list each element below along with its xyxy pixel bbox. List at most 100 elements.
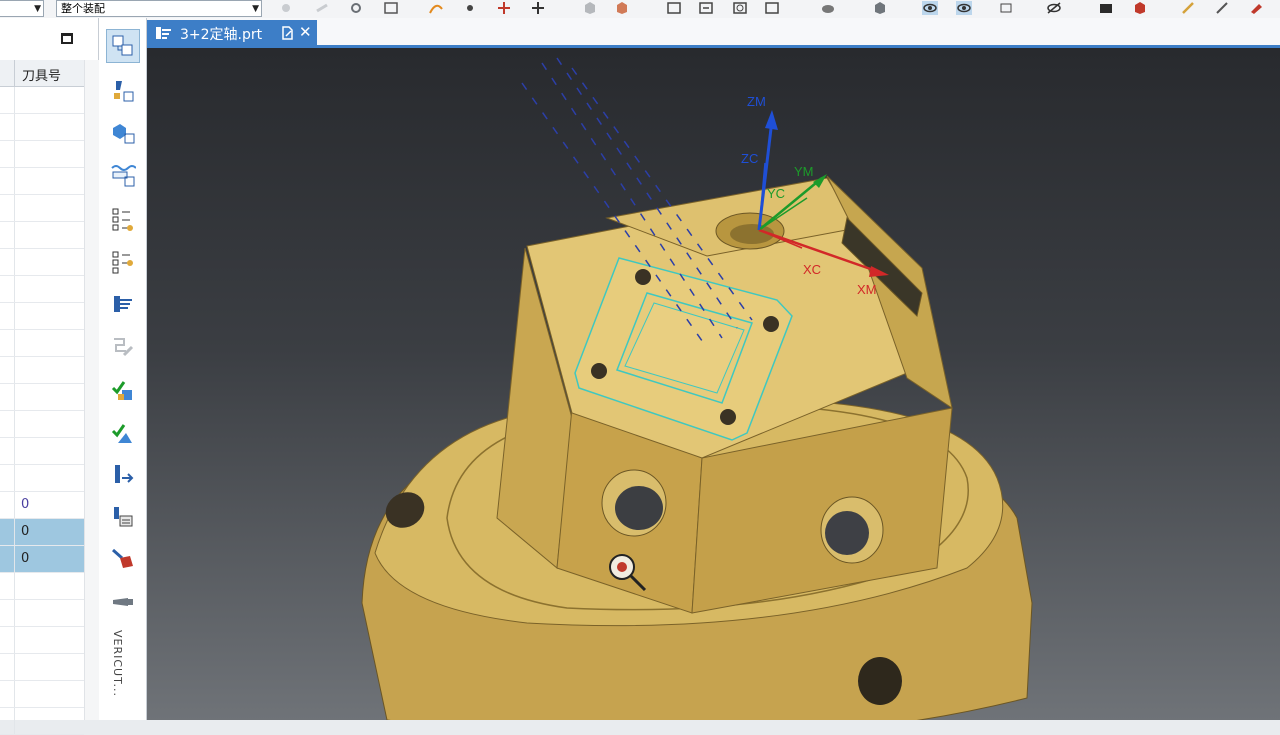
snap-icon[interactable]	[278, 1, 294, 15]
pocket-bolt-hole-4	[720, 409, 736, 425]
chevron-down-icon: ▼	[34, 4, 41, 14]
edit-object-button[interactable]	[106, 331, 140, 365]
program-order-icon	[112, 35, 133, 56]
cube-view-icon[interactable]	[872, 1, 888, 15]
part-model[interactable]: ZM ZC YM YC XC XM	[147, 48, 1280, 720]
cell-divider	[14, 681, 15, 707]
zoom-icon[interactable]	[698, 1, 714, 15]
maximize-icon[interactable]	[61, 33, 73, 44]
cell-divider	[14, 600, 15, 626]
navigator-row[interactable]: 0	[0, 519, 84, 546]
cell-divider	[14, 411, 15, 437]
vericut-button[interactable]	[106, 586, 140, 620]
generate-toolpath-button[interactable]	[106, 374, 140, 408]
cell-divider	[14, 519, 15, 545]
navigator-row[interactable]	[0, 330, 84, 357]
navigator-row[interactable]	[0, 600, 84, 627]
graphics-viewport[interactable]: ZM ZC YM YC XC XM	[147, 48, 1280, 720]
fit-view-icon[interactable]	[666, 1, 682, 15]
hide-eye-icon[interactable]	[1046, 1, 1062, 15]
solid-icon[interactable]	[582, 1, 598, 15]
navigator-row[interactable]	[0, 438, 84, 465]
filter-combo[interactable]: ▼	[0, 0, 44, 17]
column-header-tool-number[interactable]: 刀具号	[22, 65, 61, 84]
cross-point-icon[interactable]	[496, 1, 512, 15]
navigator-row[interactable]	[0, 708, 84, 735]
target-point-icon[interactable]	[530, 1, 546, 15]
pan-icon[interactable]	[764, 1, 780, 15]
create-operation-button[interactable]	[106, 288, 140, 322]
frame-icon[interactable]	[383, 1, 399, 15]
black-box-icon[interactable]	[1098, 1, 1114, 15]
navigator-row[interactable]	[0, 384, 84, 411]
red-cube-icon[interactable]	[1132, 1, 1148, 15]
brush-icon[interactable]	[1180, 1, 1196, 15]
method-view-icon	[111, 165, 136, 187]
navigator-rows: 0 0 0	[0, 87, 84, 735]
navigator-row[interactable]	[0, 222, 84, 249]
shop-documentation-button[interactable]	[106, 500, 140, 534]
navigator-scrollbar[interactable]	[84, 60, 99, 720]
simulation-button[interactable]	[106, 542, 140, 576]
machine-tool-view-button[interactable]	[106, 74, 140, 108]
program-order-view-button[interactable]	[106, 29, 140, 63]
layer-icon[interactable]	[998, 1, 1014, 15]
curve-select-icon[interactable]	[428, 1, 444, 15]
navigator-row[interactable]	[0, 411, 84, 438]
geometry-view-button[interactable]	[106, 116, 140, 150]
selection-scope-combo[interactable]: 整个装配 ▼	[56, 0, 262, 17]
axis-label-yc: YC	[767, 186, 785, 201]
vericut-label[interactable]: VERICUT...	[111, 630, 124, 697]
shaded-view-icon[interactable]	[820, 1, 836, 15]
tree-expand-icon	[112, 208, 133, 231]
top-toolbar: ▼ 整个装配 ▼	[0, 0, 1280, 19]
navigator-row[interactable]	[0, 654, 84, 681]
navigator-row[interactable]: 0	[0, 546, 84, 573]
tab-part-file[interactable]: 3+2定轴.prt ✕	[147, 20, 317, 45]
gear-small-icon[interactable]	[348, 1, 364, 15]
method-view-button[interactable]	[106, 158, 140, 192]
navigator-row[interactable]	[0, 465, 84, 492]
navigator-row[interactable]	[0, 573, 84, 600]
navigator-row[interactable]	[0, 168, 84, 195]
navigator-row[interactable]	[0, 681, 84, 708]
navigator-row[interactable]	[0, 141, 84, 168]
rotate-icon[interactable]	[732, 1, 748, 15]
point-select-icon[interactable]	[462, 1, 478, 15]
navigator-row[interactable]	[0, 627, 84, 654]
navigator-header	[0, 18, 98, 61]
create-program-button[interactable]	[106, 202, 140, 236]
eraser-icon[interactable]	[1248, 1, 1264, 15]
navigator-row[interactable]	[0, 276, 84, 303]
navigator-row[interactable]	[0, 303, 84, 330]
link-icon[interactable]	[314, 1, 330, 15]
solid-shaded-icon[interactable]	[614, 1, 630, 15]
show-hide-eye-icon[interactable]	[922, 1, 938, 15]
cell-divider	[14, 627, 15, 653]
navigator-row[interactable]	[0, 114, 84, 141]
verify-toolpath-button[interactable]	[106, 417, 140, 451]
postprocess-button[interactable]	[106, 458, 140, 492]
cell-divider	[14, 222, 15, 248]
vericut-icon	[113, 598, 133, 606]
body-hole-left-inner	[615, 486, 663, 530]
show-only-eye-icon[interactable]	[956, 1, 972, 15]
cell-divider	[14, 384, 15, 410]
pocket-bolt-hole-3	[591, 363, 607, 379]
navigator-row[interactable]	[0, 249, 84, 276]
postprocess-icon	[115, 465, 134, 483]
pen-icon[interactable]	[1214, 1, 1230, 15]
cell-divider	[14, 303, 15, 329]
tool-number-cell: 0	[21, 497, 30, 512]
cell-divider	[14, 249, 15, 275]
generate-check-icon	[111, 381, 132, 400]
close-icon[interactable]: ✕	[299, 23, 312, 41]
navigator-row[interactable]	[0, 195, 84, 222]
create-tool-button[interactable]	[106, 245, 140, 279]
navigator-row[interactable]: 0	[0, 492, 84, 519]
navigator-row[interactable]	[0, 357, 84, 384]
operation-toolbar: VERICUT...	[99, 18, 147, 720]
path-edit-icon	[114, 338, 134, 357]
mill-tool-icon	[114, 296, 132, 312]
navigator-row[interactable]	[0, 87, 84, 114]
